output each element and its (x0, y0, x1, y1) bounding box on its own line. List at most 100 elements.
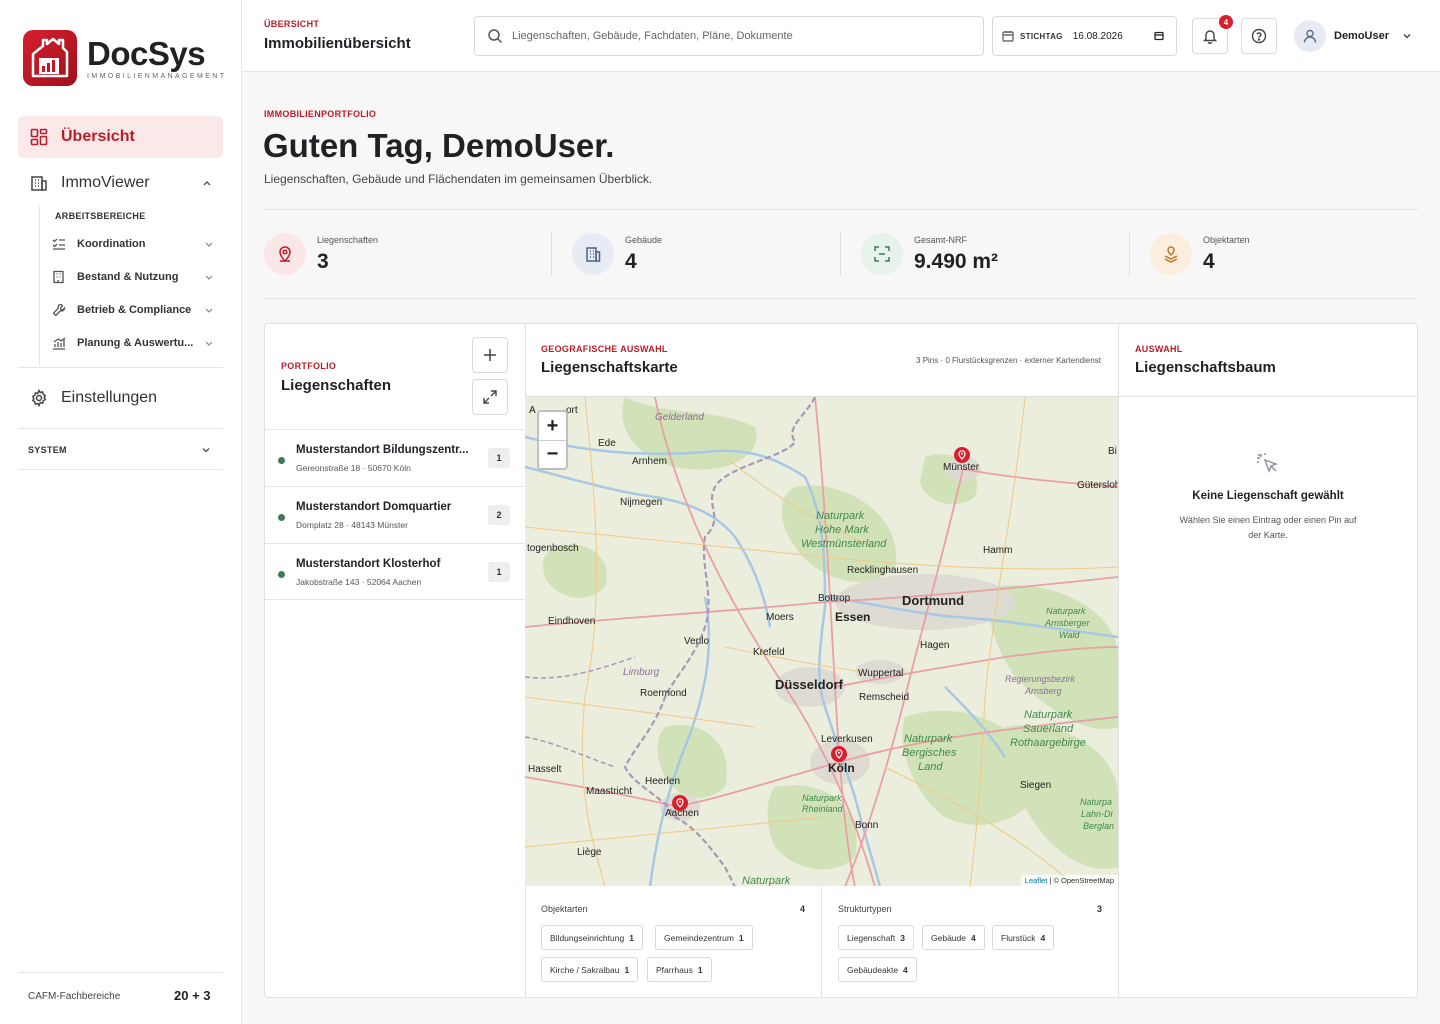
osm-attribution: | © OpenStreetMap (1049, 876, 1114, 885)
stat-liegenschaften: Liegenschaften 3 (264, 231, 378, 277)
date-picker[interactable]: STICHTAG 16.08.2026 (992, 16, 1177, 56)
filter-chip[interactable]: Gebäudeakte 4 (838, 957, 917, 982)
chevron-down-icon[interactable] (204, 272, 214, 282)
stat-nrf: Gesamt-NRF 9.490 m² (861, 231, 998, 277)
nav-immoviewer[interactable]: ImmoViewer (18, 163, 223, 203)
calendar-icon (1002, 30, 1014, 42)
notifications-button[interactable]: 4 (1192, 15, 1233, 54)
cafm-label: CAFM-Fachbereiche (28, 991, 121, 1002)
sidebar-divider (18, 972, 223, 973)
subnav-bestand[interactable]: Bestand & Nutzung (52, 266, 222, 288)
chip-count: 4 (903, 964, 908, 975)
map-city-label: Ede (598, 438, 616, 449)
zoom-out-button[interactable]: − (539, 440, 566, 468)
help-button[interactable] (1241, 18, 1277, 54)
expand-button[interactable] (472, 379, 508, 415)
section-title: Strukturtypen (838, 904, 892, 914)
stat-value: 9.490 m² (914, 249, 999, 273)
zoom-in-button[interactable]: + (539, 412, 566, 440)
section-count: 4 (800, 904, 806, 914)
map-region-label: Arnsberg (1025, 686, 1062, 696)
chevron-up-icon[interactable] (201, 177, 213, 189)
item-count: 1 (488, 448, 510, 468)
search-input[interactable] (512, 30, 952, 42)
portfolio-title: Liegenschaften (281, 377, 392, 394)
map-city-label: Hamm (983, 545, 1013, 556)
map-city-label: Nijmegen (620, 497, 663, 508)
map-city-label: Maastricht (586, 786, 633, 797)
subnav-planung[interactable]: Planung & Auswertu... (52, 332, 222, 354)
map-region-label: Naturpa (1080, 797, 1113, 807)
page-title: Immobilienübersicht (264, 35, 411, 52)
search-box[interactable] (474, 16, 984, 56)
chevron-down-icon (1401, 30, 1413, 42)
status-dot (278, 514, 285, 521)
tree-title: Liegenschaftsbaum (1135, 359, 1276, 376)
nav-overview[interactable]: Übersicht (18, 116, 223, 158)
list-item[interactable]: Musterstandort Klosterhof Jakobstraße 14… (265, 543, 525, 600)
strukturtypen-section: Strukturtypen 3 Liegenschaft 3 Gebäude 4 F… (822, 887, 1118, 997)
item-count: 2 (488, 505, 510, 525)
list-item[interactable]: Musterstandort Bildungszentr... Gereonst… (265, 429, 525, 486)
filter-chip[interactable]: Pfarrhaus 1 (647, 957, 712, 982)
map-city-label: Dortmund (902, 593, 965, 608)
layers-pin-icon (1150, 233, 1192, 275)
map-region-label: Naturpark (1046, 606, 1086, 616)
objektarten-section: Objektarten 4 Bildungseinrichtung 1 Gemei… (525, 887, 821, 997)
subnav-koordination[interactable]: Koordination (52, 233, 222, 255)
map-pin-marker[interactable] (830, 745, 848, 763)
map-city-label: Bottrop (818, 593, 851, 604)
add-button[interactable] (472, 337, 508, 373)
stat-divider (551, 232, 552, 276)
plus-icon (483, 348, 497, 362)
subnav-betrieb[interactable]: Betrieb & Compliance (52, 299, 222, 321)
tree-kicker: AUSWAHL (1135, 344, 1183, 354)
leaflet-link[interactable]: Leaflet (1025, 876, 1048, 885)
filter-chip[interactable]: Flurstück 4 (992, 925, 1055, 950)
map-canvas[interactable]: Münster Dortmund Essen Düsseldorf Köln A… (525, 396, 1118, 886)
item-name: Musterstandort Domquartier (296, 501, 452, 513)
filter-chip[interactable]: Kirche / Sakralbau 1 (541, 957, 639, 982)
item-count: 1 (488, 562, 510, 582)
system-section-label[interactable]: SYSTEM (28, 445, 67, 455)
brand-tagline: IMMOBILIENMANAGEMENT (87, 72, 227, 80)
chip-label: Pfarrhaus (656, 964, 693, 975)
notification-badge: 4 (1219, 15, 1233, 29)
status-dot (278, 571, 285, 578)
empty-state-subtitle: Wählen Sie einen Eintrag oder einen Pin … (1179, 515, 1357, 540)
list-item[interactable]: Musterstandort Domquartier Domplatz 28 ·… (265, 486, 525, 543)
chevron-down-icon[interactable] (204, 239, 214, 249)
divider (1118, 396, 1417, 397)
map-region-label: Berglan (1083, 821, 1115, 831)
chip-label: Gebäudeakte (847, 964, 899, 975)
map-pin-marker[interactable] (953, 446, 971, 464)
stat-value: 4 (1203, 249, 1215, 273)
hero-kicker: IMMOBILIENPORTFOLIO (264, 109, 377, 119)
chevron-down-icon[interactable] (200, 444, 212, 456)
nav-settings[interactable]: Einstellungen (18, 378, 223, 418)
filter-chip[interactable]: Gemeindezentrum 1 (655, 925, 753, 950)
calendar-picker-icon[interactable] (1154, 31, 1164, 41)
filter-chip[interactable]: Liegenschaft 3 (838, 925, 914, 950)
stat-value: 3 (317, 249, 329, 273)
chevron-down-icon[interactable] (204, 338, 214, 348)
item-name: Musterstandort Klosterhof (296, 558, 441, 570)
user-name: DemoUser (1334, 30, 1390, 42)
map-title: Liegenschaftskarte (541, 359, 678, 376)
map-city-label: Bi (1108, 446, 1117, 457)
map-region-label: Sauerland (1023, 723, 1074, 735)
logo[interactable]: DocSys IMMOBILIENMANAGEMENT (23, 30, 226, 86)
map-city-label: Heerlen (645, 776, 681, 787)
stat-objektarten: Objektarten 4 (1150, 231, 1250, 277)
stat-divider (1129, 232, 1130, 276)
user-menu[interactable]: DemoUser (1294, 18, 1413, 54)
map-region-label: Arnsberger (1045, 618, 1090, 628)
chevron-down-icon[interactable] (204, 305, 214, 315)
filter-chip[interactable]: Bildungseinrichtung 1 (541, 925, 643, 950)
divider (264, 298, 1418, 299)
map-region-label: Naturpark (802, 793, 842, 803)
date-value[interactable]: 16.08.2026 (1073, 31, 1123, 42)
map-pin-marker[interactable] (671, 794, 689, 812)
map-region-label: Limburg (623, 667, 660, 678)
filter-chip[interactable]: Gebäude 4 (922, 925, 985, 950)
